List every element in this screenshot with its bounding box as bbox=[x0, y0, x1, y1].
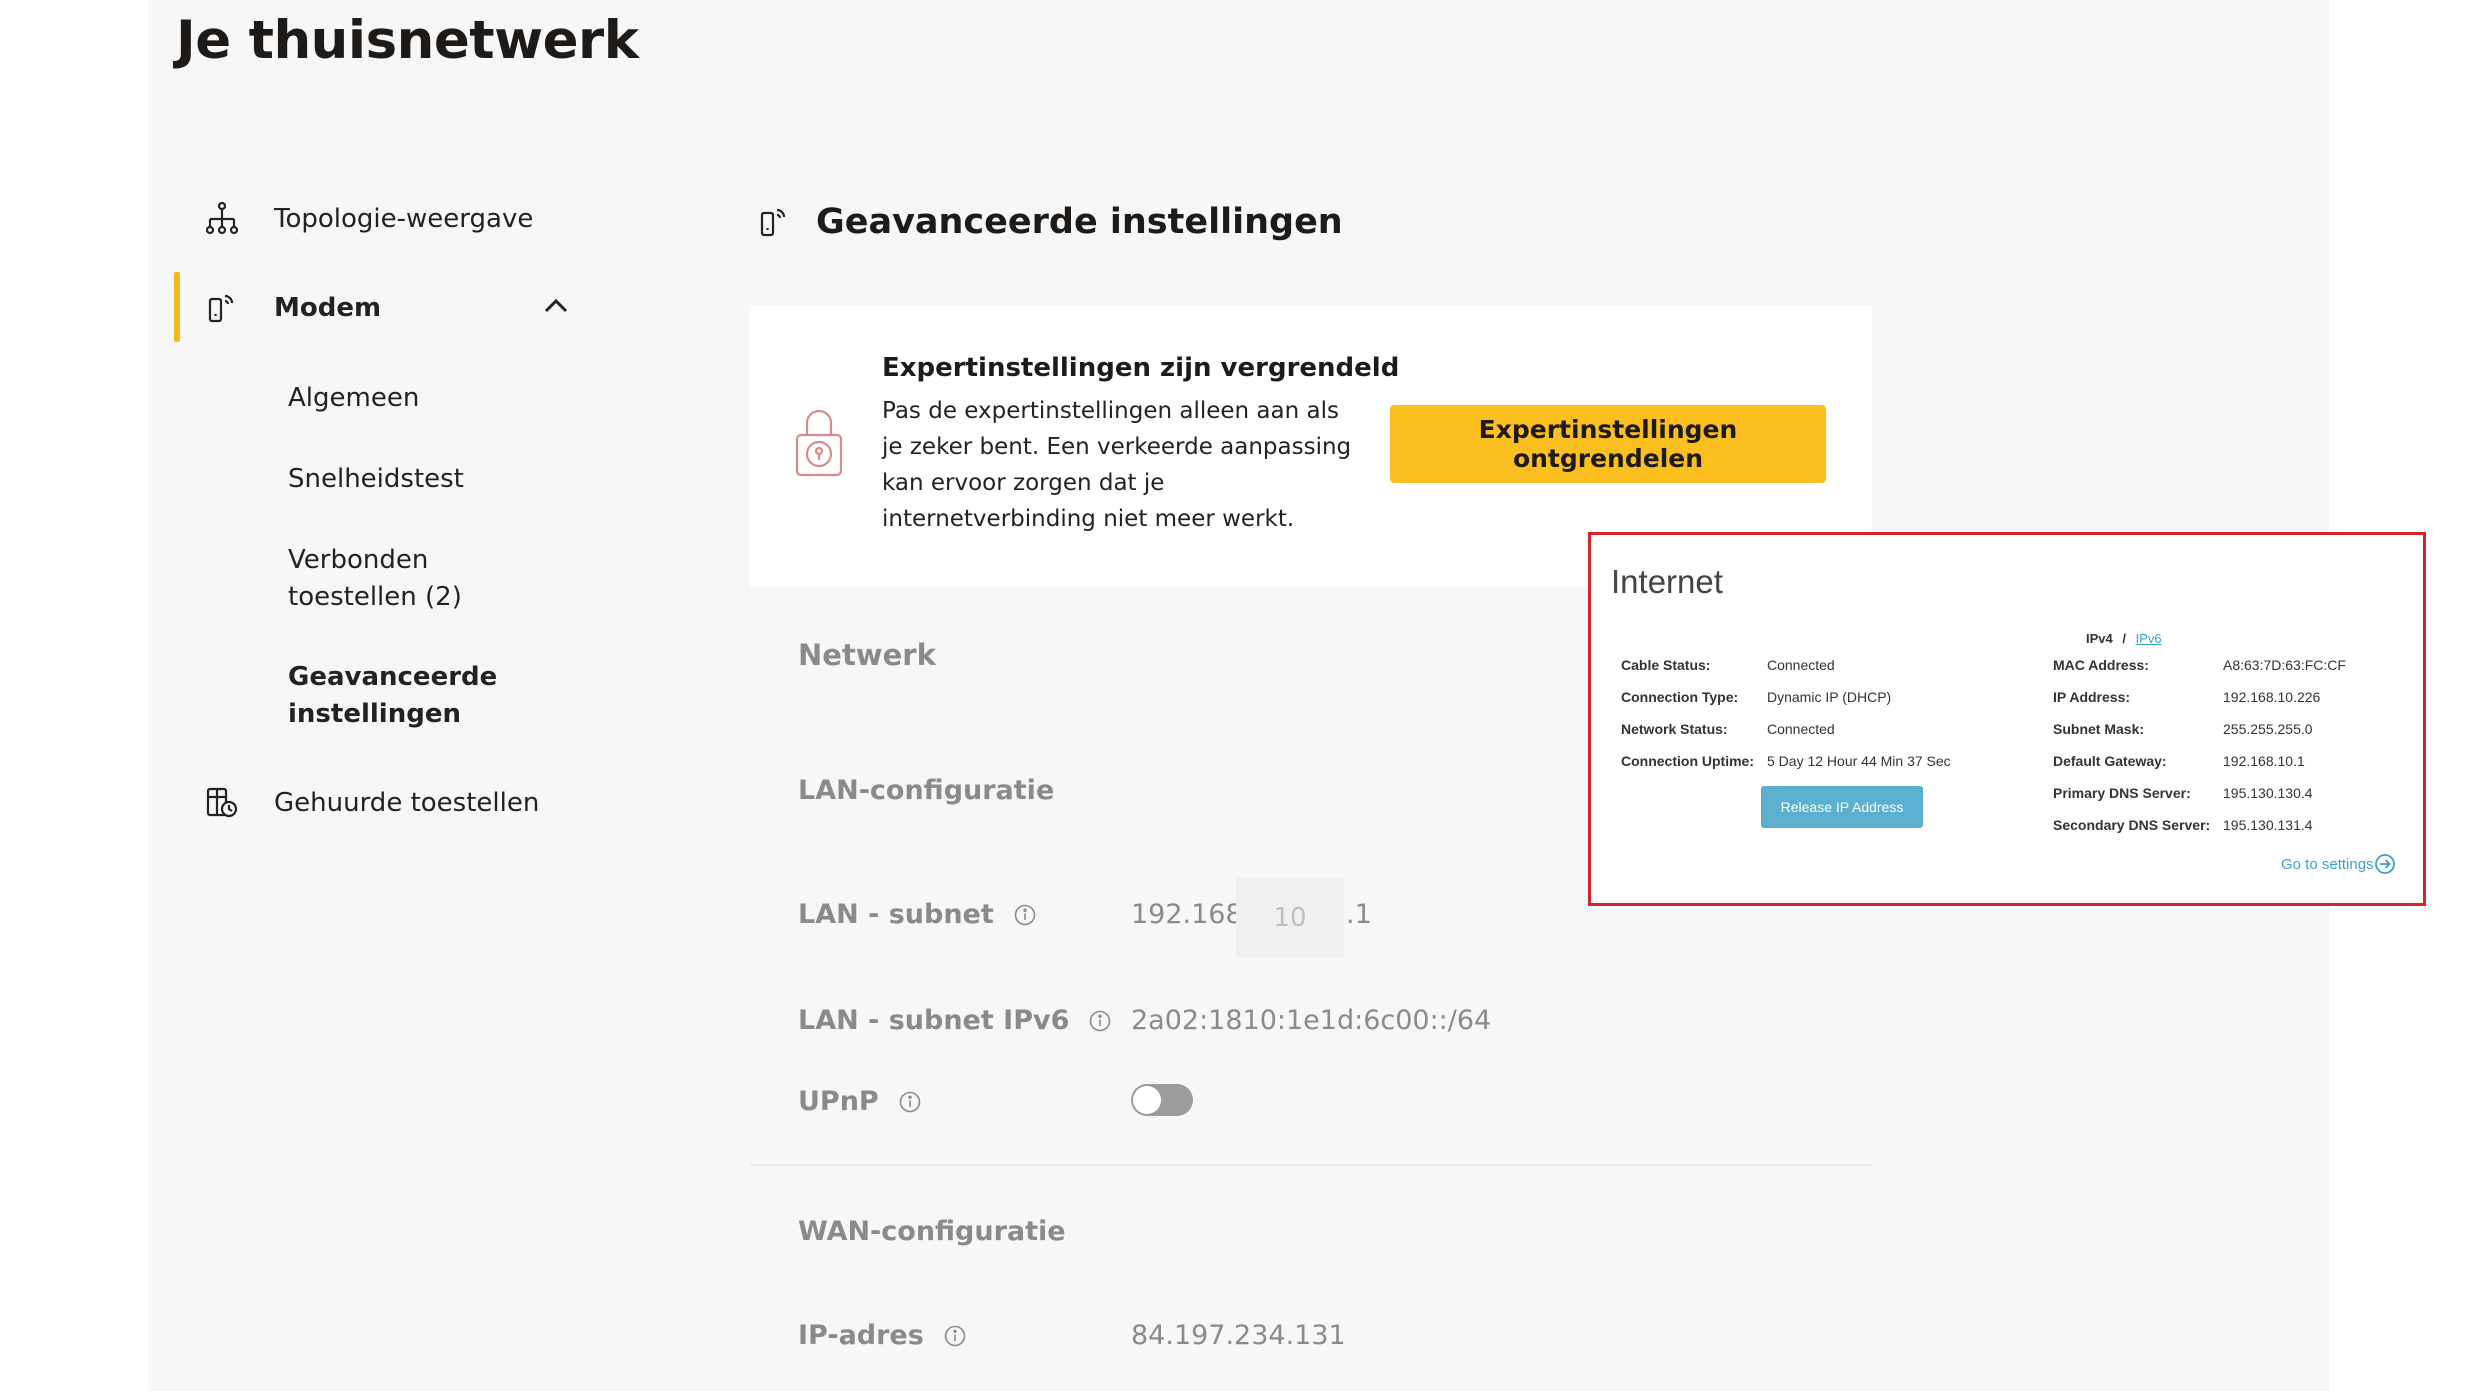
locked-heading: Expertinstellingen zijn vergrendeld bbox=[882, 353, 1400, 383]
wan-config-heading: WAN-configuratie bbox=[798, 1216, 1066, 1247]
lan-subnet-ipv6-value: 2a02:1810:1e1d:6c00::/64 bbox=[1131, 1005, 1492, 1036]
row-value: 5 Day 12 Hour 44 Min 37 Sec bbox=[1767, 753, 1951, 769]
sidebar-item-label: Modem bbox=[274, 293, 382, 323]
row-value: A8:63:7D:63:FC:CF bbox=[2223, 657, 2346, 673]
lan-subnet-octet-input[interactable]: 10 bbox=[1236, 878, 1344, 958]
lan-subnet-suffix: .1 bbox=[1346, 899, 1372, 930]
sidebar-subitem-snelheidstest[interactable]: Snelheidstest bbox=[288, 461, 464, 498]
arrow-right-circle-icon bbox=[2374, 854, 2395, 874]
locked-description: Pas de expertinstellingen alleen aan als… bbox=[882, 398, 1352, 532]
sidebar-subitem-algemeen[interactable]: Algemeen bbox=[288, 380, 419, 417]
sidebar-item-modem[interactable]: Modem bbox=[202, 288, 742, 328]
row-value: Dynamic IP (DHCP) bbox=[1767, 689, 1892, 705]
modem-icon bbox=[202, 288, 242, 328]
sidebar-item-rented-devices[interactable]: Gehuurde toestellen bbox=[202, 783, 539, 823]
unlock-expert-settings-button[interactable]: Expertinstellingen ontgrendelen bbox=[1390, 405, 1826, 483]
info-icon[interactable] bbox=[899, 1091, 921, 1113]
lock-icon bbox=[794, 405, 844, 481]
internet-status-panel: Internet IPv4 / IPv6 Cable Status: Conne… bbox=[1588, 532, 2426, 906]
internet-panel-title: Internet bbox=[1611, 563, 1723, 600]
row-label: Primary DNS Server: bbox=[2053, 785, 2191, 801]
lan-subnet-ipv6-label: LAN - subnet IPv6 bbox=[798, 1005, 1111, 1036]
row-value: 255.255.255.0 bbox=[2223, 721, 2313, 737]
row-value: Connected bbox=[1767, 657, 1835, 673]
row-label: MAC Address: bbox=[2053, 657, 2149, 673]
row-label: IP Address: bbox=[2053, 689, 2131, 705]
active-indicator bbox=[174, 272, 180, 342]
row-value: 192.168.10.226 bbox=[2223, 689, 2321, 705]
ip-address-value: 84.197.234.131 bbox=[1131, 1320, 1346, 1351]
ip-address-label: IP-adres bbox=[798, 1320, 966, 1351]
lan-subnet-label: LAN - subnet bbox=[798, 899, 1036, 930]
row-label: Connection Type: bbox=[1621, 689, 1739, 705]
section-title-text: Geavanceerde instellingen bbox=[816, 202, 1343, 242]
go-to-settings-link[interactable]: Go to settings bbox=[2281, 853, 2396, 875]
ip-version-switch: IPv4 / IPv6 bbox=[2086, 631, 2162, 646]
page-title: Je thuisnetwerk bbox=[176, 10, 639, 71]
ip-address-label-text: IP-adres bbox=[798, 1320, 924, 1351]
modem-icon bbox=[754, 202, 794, 242]
lan-subnet-prefix: 192.168. bbox=[1131, 899, 1252, 930]
row-label: Default Gateway: bbox=[2053, 753, 2167, 769]
row-label: Connection Uptime: bbox=[1621, 753, 1754, 769]
sidebar-subitem-geavanceerde-instellingen[interactable]: Geavanceerde instellingen bbox=[288, 659, 538, 733]
section-divider bbox=[750, 1164, 1872, 1166]
upnp-label: UPnP bbox=[798, 1086, 921, 1117]
ip-version-separator: / bbox=[2122, 631, 2126, 646]
info-icon[interactable] bbox=[944, 1325, 966, 1347]
sidebar-item-label: Topologie-weergave bbox=[274, 204, 534, 234]
lan-config-heading: LAN-configuratie bbox=[798, 775, 1055, 806]
page-container: Je thuisnetwerk Topologie-weergave Modem… bbox=[148, 0, 2426, 1391]
row-value: 192.168.10.1 bbox=[2223, 753, 2305, 769]
lan-subnet-label-text: LAN - subnet bbox=[798, 899, 994, 930]
row-value: 195.130.130.4 bbox=[2223, 785, 2313, 801]
go-to-settings-label: Go to settings bbox=[2281, 855, 2374, 873]
row-label: Cable Status: bbox=[1621, 657, 1711, 673]
ipv4-label[interactable]: IPv4 bbox=[2086, 631, 2113, 646]
release-ip-button[interactable]: Release IP Address bbox=[1761, 786, 1923, 828]
info-icon[interactable] bbox=[1089, 1010, 1111, 1032]
row-label: Secondary DNS Server: bbox=[2053, 817, 2211, 833]
info-icon[interactable] bbox=[1014, 904, 1036, 926]
upnp-toggle[interactable] bbox=[1131, 1084, 1193, 1116]
row-label: Network Status: bbox=[1621, 721, 1728, 737]
row-label: Subnet Mask: bbox=[2053, 721, 2145, 737]
sidebar-subitem-verbonden-toestellen[interactable]: Verbonden toestellen (2) bbox=[288, 542, 558, 616]
section-title: Geavanceerde instellingen bbox=[754, 202, 1343, 242]
chevron-up-icon[interactable] bbox=[542, 292, 570, 327]
network-heading: Netwerk bbox=[798, 638, 936, 672]
row-value: 195.130.131.4 bbox=[2223, 817, 2313, 833]
sidebar-item-label: Gehuurde toestellen bbox=[274, 788, 540, 818]
upnp-label-text: UPnP bbox=[798, 1086, 879, 1117]
row-value: Connected bbox=[1767, 721, 1835, 737]
lan-subnet-ipv6-label-text: LAN - subnet IPv6 bbox=[798, 1005, 1070, 1036]
topology-icon bbox=[202, 199, 242, 239]
ipv6-link[interactable]: IPv6 bbox=[2136, 631, 2162, 646]
rented-devices-icon bbox=[202, 783, 242, 823]
sidebar-item-topology[interactable]: Topologie-weergave bbox=[202, 199, 533, 239]
